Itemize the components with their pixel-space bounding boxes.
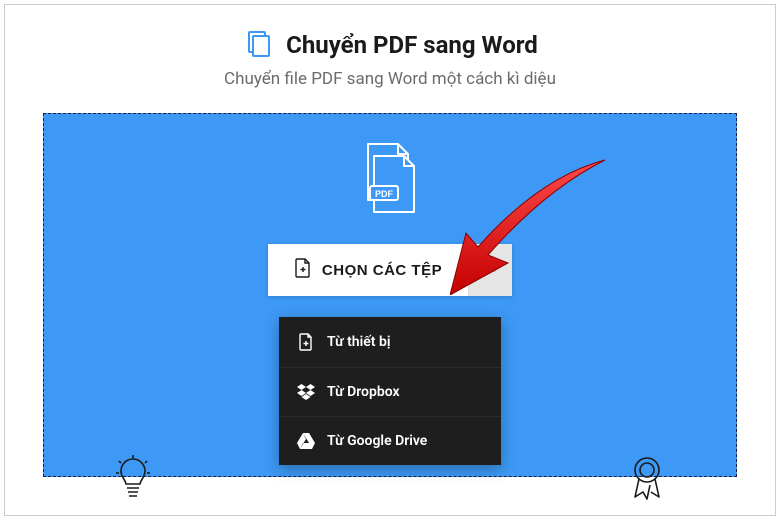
choose-files-button[interactable]: CHỌN CÁC TỆP <box>268 244 468 296</box>
device-file-icon <box>297 333 315 351</box>
page-subtitle: Chuyển file PDF sang Word một cách kì di… <box>5 69 775 89</box>
app-frame: Chuyển PDF sang Word Chuyển file PDF san… <box>4 4 776 516</box>
dropdown-item-dropbox[interactable]: Từ Dropbox <box>279 368 501 417</box>
page-header: Chuyển PDF sang Word Chuyển file PDF san… <box>5 5 775 89</box>
file-chooser: CHỌN CÁC TỆP <box>268 244 512 296</box>
choose-files-label: CHỌN CÁC TỆP <box>322 262 442 279</box>
source-dropdown: Từ thiết bị Từ Dropbox Từ Google Drive <box>279 317 501 465</box>
file-add-icon <box>294 258 312 282</box>
dropdown-item-label: Từ thiết bị <box>327 334 390 350</box>
pdf-stack-icon: PDF <box>354 142 426 220</box>
header-title-row: Chuyển PDF sang Word <box>5 29 775 61</box>
chevron-up-icon <box>484 262 498 279</box>
page-title: Chuyển PDF sang Word <box>286 31 538 59</box>
dropbox-icon <box>297 384 315 400</box>
dropdown-item-gdrive[interactable]: Từ Google Drive <box>279 417 501 465</box>
google-drive-icon <box>297 433 315 449</box>
copy-docs-icon <box>242 29 274 61</box>
choose-source-toggle[interactable] <box>468 244 512 296</box>
dropdown-item-label: Từ Google Drive <box>327 433 427 449</box>
svg-text:PDF: PDF <box>375 189 394 199</box>
dropdown-item-device[interactable]: Từ thiết bị <box>279 317 501 368</box>
dropdown-item-label: Từ Dropbox <box>327 384 400 400</box>
